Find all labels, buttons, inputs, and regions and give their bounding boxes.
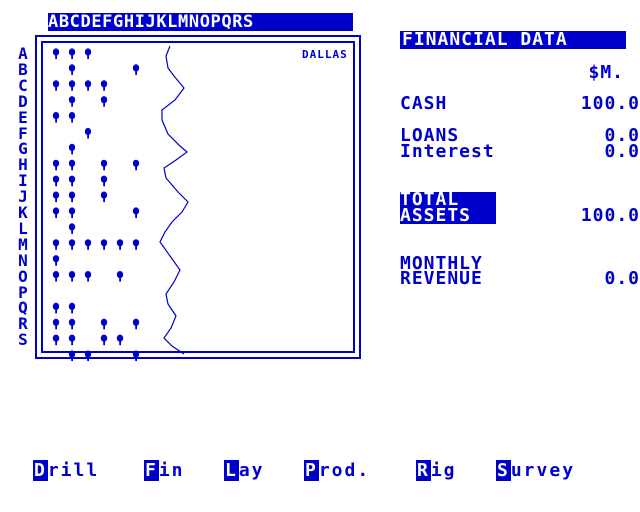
cash-value: 100.0 (580, 93, 640, 114)
menu-rig-label: ig (430, 460, 457, 481)
tree-icon (68, 80, 76, 91)
tree-icon (68, 48, 76, 59)
tree-icon (84, 271, 92, 282)
menu-rig-hotkey: R (416, 460, 431, 481)
menu-survey-label: urvey (510, 460, 576, 481)
tree-icon (68, 239, 76, 250)
tree-icon (68, 302, 76, 314)
tree-icon (52, 271, 60, 282)
interest-value: 0.0 (604, 141, 640, 162)
currency-unit: $M. (588, 62, 624, 83)
tree-icon (52, 175, 60, 187)
city-label: DALLAS (302, 48, 348, 61)
tree-icon (52, 302, 60, 314)
tree-icon (100, 159, 108, 171)
tree-icon (68, 64, 76, 75)
tree-icon (100, 96, 108, 107)
tree-icon (68, 112, 76, 123)
cash-label: CASH (400, 93, 448, 114)
tree-icon (116, 271, 124, 282)
menu-lay-hotkey: L (224, 460, 239, 481)
tree-icon (132, 239, 140, 250)
tree-icon (116, 334, 124, 346)
monthly-revenue-value: 0.0 (604, 268, 640, 289)
tree-icon (100, 175, 108, 187)
tree-icon (132, 159, 140, 171)
menu-prod-label: rod. (318, 460, 371, 481)
tree-icon (52, 318, 60, 330)
tree-icon (68, 159, 76, 171)
tree-icon (68, 175, 76, 187)
monthly-revenue-label-line2: REVENUE (400, 268, 483, 289)
total-assets-label-line2: ASSETS (400, 207, 496, 225)
tree-icon (52, 191, 60, 203)
command-menu: Drill Fin Lay Prod. Rig Survey (0, 460, 640, 482)
tree-icon (132, 64, 140, 75)
tree-icon (100, 318, 108, 330)
tree-icon (68, 350, 76, 362)
tree-icon (84, 127, 92, 139)
menu-fin[interactable]: Fin (144, 460, 185, 481)
interest-label: Interest (400, 141, 495, 162)
menu-drill-hotkey: D (33, 460, 48, 481)
menu-prod-hotkey: P (304, 460, 319, 481)
tree-icon (100, 191, 108, 203)
tree-icon (52, 80, 60, 91)
menu-lay-label: ay (238, 460, 265, 481)
tree-icon (68, 318, 76, 330)
tree-icon (52, 255, 60, 266)
tree-icon (52, 334, 60, 346)
tree-icon (132, 207, 140, 218)
tree-icon (100, 80, 108, 91)
tree-icon (68, 143, 76, 155)
tree-icon (52, 112, 60, 123)
menu-drill[interactable]: Drill (33, 460, 100, 481)
menu-rig[interactable]: Rig (416, 460, 457, 481)
tree-icon (52, 239, 60, 250)
tree-icon (68, 223, 76, 234)
river (159, 45, 189, 355)
tree-icon (100, 334, 108, 346)
menu-survey-hotkey: S (496, 460, 511, 481)
total-assets-value: 100.0 (580, 205, 640, 226)
tree-icon (132, 350, 140, 362)
tree-icon (52, 48, 60, 59)
tree-icon (68, 334, 76, 346)
tree-icon (84, 350, 92, 362)
financial-data-title: FINANCIAL DATA (400, 31, 626, 49)
menu-fin-hotkey: F (144, 460, 159, 481)
trees-group (52, 48, 140, 362)
tree-icon (68, 271, 76, 282)
tree-icon (84, 48, 92, 59)
tree-icon (68, 207, 76, 218)
tree-icon (84, 239, 92, 250)
menu-fin-label: in (158, 460, 185, 481)
tree-icon (68, 191, 76, 203)
tree-icon (132, 318, 140, 330)
tree-icon (52, 207, 60, 218)
tree-icon (52, 159, 60, 171)
menu-lay[interactable]: Lay (224, 460, 265, 481)
menu-survey[interactable]: Survey (496, 460, 576, 481)
tree-icon (100, 239, 108, 250)
tree-icon (84, 80, 92, 91)
menu-prod[interactable]: Prod. (304, 460, 371, 481)
menu-drill-label: rill (47, 460, 100, 481)
tree-icon (116, 239, 124, 250)
tree-icon (68, 96, 76, 107)
